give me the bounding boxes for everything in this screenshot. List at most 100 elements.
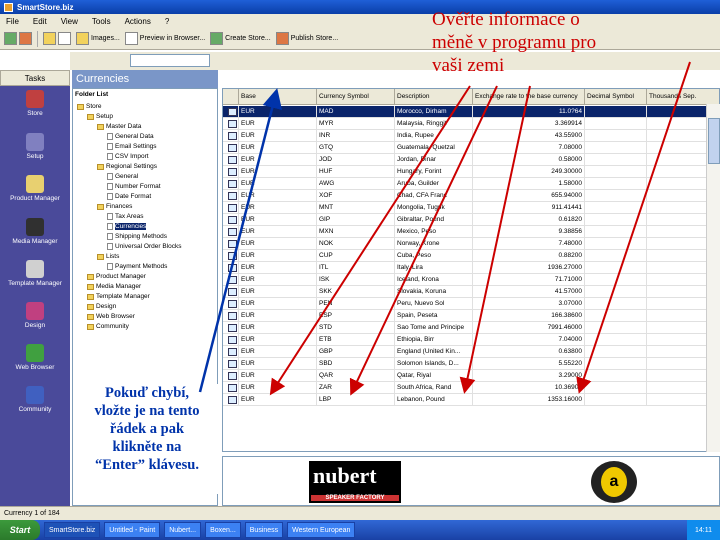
col-base[interactable]: Base xyxy=(239,89,317,104)
tree-node[interactable]: General xyxy=(107,173,138,180)
tree-node[interactable]: General Data xyxy=(107,133,154,140)
grid-scrollbar[interactable] xyxy=(706,104,720,452)
cell-description[interactable]: England (United Kin... xyxy=(395,346,473,357)
cell-rate[interactable]: 1936.27000 xyxy=(473,262,585,273)
cell-decimal[interactable] xyxy=(585,166,647,177)
nav-media-manager[interactable]: Media Manager xyxy=(2,218,68,245)
cell-decimal[interactable] xyxy=(585,286,647,297)
cell-base[interactable]: EUR xyxy=(239,382,317,393)
cell-base[interactable]: EUR xyxy=(239,346,317,357)
cell-decimal[interactable] xyxy=(585,250,647,261)
cell-rate[interactable]: 0.58000 xyxy=(473,154,585,165)
cell-decimal[interactable] xyxy=(585,370,647,381)
nav-design[interactable]: Design xyxy=(2,302,68,329)
cell-description[interactable]: India, Rupee xyxy=(395,130,473,141)
tree-node[interactable]: Date Format xyxy=(107,193,151,200)
cell-description[interactable]: Slovakia, Koruna xyxy=(395,286,473,297)
cell-symbol[interactable]: MAD xyxy=(317,106,395,117)
cell-base[interactable]: EUR xyxy=(239,334,317,345)
cell-symbol[interactable]: LBP xyxy=(317,394,395,405)
cell-rate[interactable]: 3.29000 xyxy=(473,370,585,381)
cell-base[interactable]: EUR xyxy=(239,322,317,333)
cell-base[interactable]: EUR xyxy=(239,370,317,381)
tree-node[interactable]: Design xyxy=(87,303,116,310)
cell-decimal[interactable] xyxy=(585,226,647,237)
cell-rate[interactable]: 0.88200 xyxy=(473,250,585,261)
cell-description[interactable]: Spain, Peseta xyxy=(395,310,473,321)
cell-description[interactable]: Ethiopia, Birr xyxy=(395,334,473,345)
cell-base[interactable]: EUR xyxy=(239,118,317,129)
table-row[interactable]: EUR STD Sao Tome and Principe 7991.46000 xyxy=(223,322,719,334)
cell-decimal[interactable] xyxy=(585,358,647,369)
cell-decimal[interactable] xyxy=(585,298,647,309)
nav-community[interactable]: Community xyxy=(2,386,68,413)
cell-rate[interactable]: 11.0?64 xyxy=(473,106,585,117)
table-row[interactable]: EUR GBP England (United Kin... 0.63800 xyxy=(223,346,719,358)
menu-file[interactable]: File xyxy=(6,17,19,26)
nubert-ad[interactable]: nubert SPEAKER FACTORY xyxy=(309,461,401,503)
cell-base[interactable]: EUR xyxy=(239,154,317,165)
cell-description[interactable]: Guatemala, Quetzal xyxy=(395,142,473,153)
cell-rate[interactable]: 7991.46000 xyxy=(473,322,585,333)
cell-base[interactable]: EUR xyxy=(239,262,317,273)
nav-web-browser[interactable]: Web Browser xyxy=(2,344,68,371)
cell-rate[interactable]: 1.58000 xyxy=(473,178,585,189)
cell-decimal[interactable] xyxy=(585,382,647,393)
col-currency-symbol[interactable]: Currency Symbol xyxy=(317,89,395,104)
menu-view[interactable]: View xyxy=(61,17,78,26)
save-icon[interactable] xyxy=(19,32,32,45)
cell-decimal[interactable] xyxy=(585,118,647,129)
cell-decimal[interactable] xyxy=(585,142,647,153)
cell-rate[interactable]: 10.36900 xyxy=(473,382,585,393)
cell-decimal[interactable] xyxy=(585,334,647,345)
task-western-european[interactable]: Western European xyxy=(287,522,356,538)
cell-base[interactable]: EUR xyxy=(239,394,317,405)
cell-rate[interactable]: 249.30000 xyxy=(473,166,585,177)
cell-description[interactable]: Norway, Krone xyxy=(395,238,473,249)
cell-decimal[interactable] xyxy=(585,214,647,225)
cell-base[interactable]: EUR xyxy=(239,178,317,189)
table-row[interactable]: EUR ISK Iceland, Krona 71.71000 xyxy=(223,274,719,286)
cell-rate[interactable]: 5.55220 xyxy=(473,358,585,369)
preview-button[interactable]: Preview in Browser... xyxy=(124,32,205,45)
tree-node[interactable]: Web Browser xyxy=(87,313,135,320)
cell-description[interactable]: Cuba, Peso xyxy=(395,250,473,261)
cell-symbol[interactable]: GBP xyxy=(317,346,395,357)
ad-logo[interactable]: a xyxy=(591,461,637,503)
cell-rate[interactable]: 43.55900 xyxy=(473,130,585,141)
table-row[interactable]: EUR AWG Aruba, Guilder 1.58000 xyxy=(223,178,719,190)
cell-base[interactable]: EUR xyxy=(239,166,317,177)
table-row[interactable]: EUR ETB Ethiopia, Birr 7.04000 xyxy=(223,334,719,346)
cell-description[interactable]: Aruba, Guilder xyxy=(395,178,473,189)
cell-rate[interactable]: 166.38600 xyxy=(473,310,585,321)
tree-node[interactable]: CSV Import xyxy=(107,153,149,160)
publish-store-button[interactable]: Publish Store... xyxy=(275,32,338,45)
cell-rate[interactable]: 7.08000 xyxy=(473,142,585,153)
tree-node[interactable]: Community xyxy=(87,323,129,330)
nav-product-manager[interactable]: Product Manager xyxy=(2,175,68,202)
cell-decimal[interactable] xyxy=(585,310,647,321)
cell-base[interactable]: EUR xyxy=(239,250,317,261)
nav-template-manager[interactable]: Template Manager xyxy=(2,260,68,287)
cell-base[interactable]: EUR xyxy=(239,190,317,201)
task-nubert[interactable]: Nubert... xyxy=(164,522,202,538)
cell-decimal[interactable] xyxy=(585,202,647,213)
cell-rate[interactable]: 911.41441 xyxy=(473,202,585,213)
table-row[interactable]: EUR MNT Mongolia, Tugrik 911.41441 xyxy=(223,202,719,214)
back-icon[interactable] xyxy=(4,32,17,45)
table-row[interactable]: EUR HUF Hungary, Forint 249.30000 xyxy=(223,166,719,178)
cell-description[interactable]: Qatar, Riyal xyxy=(395,370,473,381)
cell-decimal[interactable] xyxy=(585,154,647,165)
cell-decimal[interactable] xyxy=(585,178,647,189)
table-row[interactable]: EUR ITL Italy, Lira 1936.27000 xyxy=(223,262,719,274)
table-row[interactable]: EUR GIP Gibraltar, Pound 0.61820 xyxy=(223,214,719,226)
cell-description[interactable]: Iceland, Krona xyxy=(395,274,473,285)
task-business[interactable]: Business xyxy=(244,522,284,538)
nav-store[interactable]: Store xyxy=(2,90,68,117)
cell-symbol[interactable]: MXN xyxy=(317,226,395,237)
cell-description[interactable]: Lebanon, Pound xyxy=(395,394,473,405)
cell-base[interactable]: EUR xyxy=(239,238,317,249)
cell-decimal[interactable] xyxy=(585,274,647,285)
cell-decimal[interactable] xyxy=(585,238,647,249)
cell-symbol[interactable]: JOD xyxy=(317,154,395,165)
